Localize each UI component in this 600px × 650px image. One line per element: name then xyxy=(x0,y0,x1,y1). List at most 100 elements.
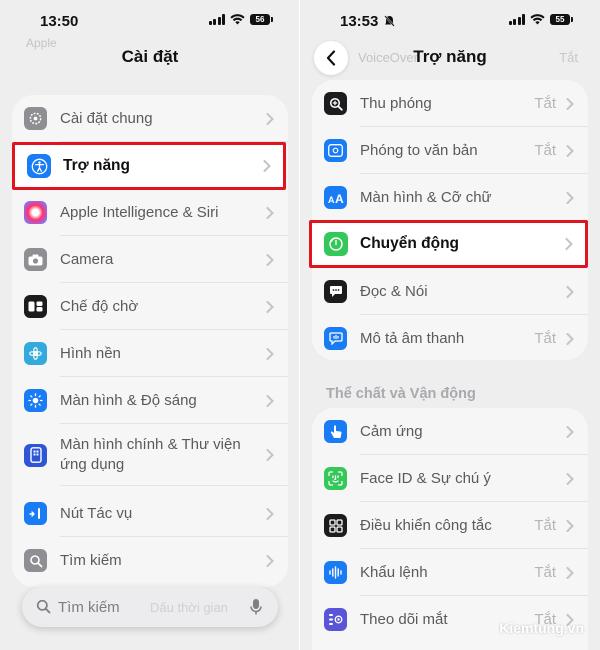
accessibility-item-face-id-attention[interactable]: Face ID & Sự chú ý xyxy=(312,455,588,502)
settings-item-home-screen[interactable]: Màn hình chính & Thư viện ứng dụng xyxy=(12,424,288,486)
status-icons: 55 xyxy=(508,14,573,25)
accessibility-item-label: Màn hình & Cỡ chữ xyxy=(360,188,492,206)
chevron-right-icon xyxy=(566,191,574,204)
accessibility-item-zoom[interactable]: Thu phóng Tắt xyxy=(312,80,588,127)
text-size-icon: AA xyxy=(324,186,347,209)
settings-item-display-brightness[interactable]: Màn hình & Độ sáng xyxy=(12,377,288,424)
search-icon xyxy=(24,549,47,572)
status-time: 13:50 xyxy=(40,13,79,30)
touch-icon xyxy=(324,420,347,443)
accessibility-item-label: Thu phóng xyxy=(360,94,432,112)
accessibility-icon xyxy=(27,154,51,178)
settings-item-label: Camera xyxy=(60,250,114,268)
settings-item-label: Cài đặt chung xyxy=(60,109,153,127)
home-screen-icon xyxy=(24,443,47,467)
settings-item-label: Màn hình chính & Thư viện ứng dụng xyxy=(60,436,241,473)
accessibility-item-label: Đọc & Nói xyxy=(360,282,428,300)
action-button-icon xyxy=(24,502,47,525)
accessibility-item-value: Tắt xyxy=(534,564,556,581)
accessibility-item-value: Tắt xyxy=(534,330,556,347)
accessibility-item-label: Cảm ứng xyxy=(360,422,423,440)
settings-item-camera[interactable]: Camera xyxy=(12,236,288,283)
settings-item-wallpaper[interactable]: Hình nền xyxy=(12,330,288,377)
accessibility-item-switch-control[interactable]: Điều khiển công tắc Tắt xyxy=(312,502,588,549)
chevron-right-icon xyxy=(266,507,274,520)
chevron-right-icon xyxy=(566,566,574,579)
settings-item-general[interactable]: Cài đặt chung xyxy=(12,95,288,142)
chevron-right-icon xyxy=(566,97,574,110)
bell-silent-icon xyxy=(384,15,395,27)
settings-item-apple-intelligence[interactable]: Apple Intelligence & Siri xyxy=(12,189,288,236)
standby-icon xyxy=(24,295,47,318)
settings-item-action-button[interactable]: Nút Tác vụ xyxy=(12,490,288,537)
chevron-right-icon xyxy=(565,238,573,250)
wifi-icon xyxy=(230,14,245,25)
gear-icon xyxy=(24,107,47,130)
apple-intelligence-icon xyxy=(24,201,47,224)
physical-motor-group: Cảm ứng Face ID & Sự chú ý Điều khiển cô… xyxy=(312,408,588,650)
settings-screen: 13:50 56 Apple Cài đặt Cài đặt chung App… xyxy=(0,0,300,650)
settings-item-accessibility[interactable]: Trợ năng xyxy=(12,142,286,190)
accessibility-item-spoken-content[interactable]: Đọc & Nói xyxy=(312,268,588,315)
accessibility-item-value: Tắt xyxy=(534,517,556,534)
voice-control-icon xyxy=(324,561,347,584)
chevron-right-icon xyxy=(566,144,574,157)
wallpaper-icon xyxy=(24,342,47,365)
camera-icon xyxy=(24,248,47,271)
accessibility-item-label: Chuyển động xyxy=(360,235,460,252)
battery-icon: 56 xyxy=(250,14,273,25)
settings-item-label: Chế độ chờ xyxy=(60,297,139,315)
chevron-right-icon xyxy=(266,206,274,219)
chevron-right-icon xyxy=(566,425,574,438)
settings-item-standby[interactable]: Chế độ chờ xyxy=(12,283,288,330)
svg-text:A: A xyxy=(335,192,344,204)
settings-item-label: Apple Intelligence & Siri xyxy=(60,203,219,221)
watermark: Kiemtung.vn xyxy=(499,620,584,636)
section-header-physical-motor: Thể chất và Vận động xyxy=(326,386,476,402)
page-title: Trợ năng xyxy=(413,47,487,66)
switch-control-icon xyxy=(324,514,347,537)
chevron-right-icon xyxy=(266,394,274,407)
svg-text:A: A xyxy=(328,195,335,204)
brightness-icon xyxy=(24,389,47,412)
settings-item-label: Trợ năng xyxy=(63,157,130,174)
accessibility-item-label: Face ID & Sự chú ý xyxy=(360,469,491,487)
chevron-right-icon xyxy=(266,253,274,266)
accessibility-item-audio-descriptions[interactable]: Mô tả âm thanh Tắt xyxy=(312,315,588,362)
chevron-right-icon xyxy=(266,449,274,461)
status-bar: 13:53 55 xyxy=(300,0,600,44)
microphone-icon[interactable] xyxy=(250,598,262,616)
page-title: Cài đặt xyxy=(121,47,179,66)
accessibility-item-touch[interactable]: Cảm ứng xyxy=(312,408,588,455)
chevron-right-icon xyxy=(266,347,274,360)
settings-item-search[interactable]: Tìm kiếm xyxy=(12,537,288,584)
accessibility-item-hover-text[interactable]: Phóng to văn bản Tắt xyxy=(312,127,588,174)
status-icons: 56 xyxy=(208,14,273,25)
text-magnify-icon xyxy=(324,139,347,162)
cellular-signal-icon xyxy=(208,14,225,25)
search-icon xyxy=(36,599,51,614)
search-bar[interactable]: Tìm kiếm Dấu thời gian xyxy=(22,587,278,627)
accessibility-item-value: Tắt xyxy=(534,95,556,112)
accessibility-item-display-text-size[interactable]: AA Màn hình & Cỡ chữ xyxy=(312,174,588,221)
cellular-signal-icon xyxy=(508,14,525,25)
chevron-right-icon xyxy=(266,112,274,125)
accessibility-screen: 13:53 55 VoiceOver Tắt Trợ năng Thu phón… xyxy=(300,0,600,650)
accessibility-item-label: Phóng to văn bản xyxy=(360,141,478,159)
accessibility-item-voice-control[interactable]: Khẩu lệnh Tắt xyxy=(312,549,588,596)
accessibility-item-label: Mô tả âm thanh xyxy=(360,329,465,347)
accessibility-item-motion[interactable]: Chuyển động xyxy=(309,220,588,268)
search-ghost-text: Dấu thời gian xyxy=(150,599,228,615)
chevron-right-icon xyxy=(566,285,574,298)
audio-description-icon xyxy=(324,327,347,350)
settings-item-label: Nút Tác vụ xyxy=(60,504,133,522)
chevron-right-icon xyxy=(266,300,274,313)
settings-item-label: Tìm kiếm xyxy=(60,551,122,569)
speech-icon xyxy=(324,280,347,303)
chevron-right-icon xyxy=(566,519,574,532)
eye-tracking-icon xyxy=(324,608,347,631)
settings-item-label: Màn hình & Độ sáng xyxy=(60,391,197,409)
settings-item-label: Hình nền xyxy=(60,344,121,362)
status-time: 13:53 xyxy=(340,13,379,30)
chevron-right-icon xyxy=(266,554,274,567)
